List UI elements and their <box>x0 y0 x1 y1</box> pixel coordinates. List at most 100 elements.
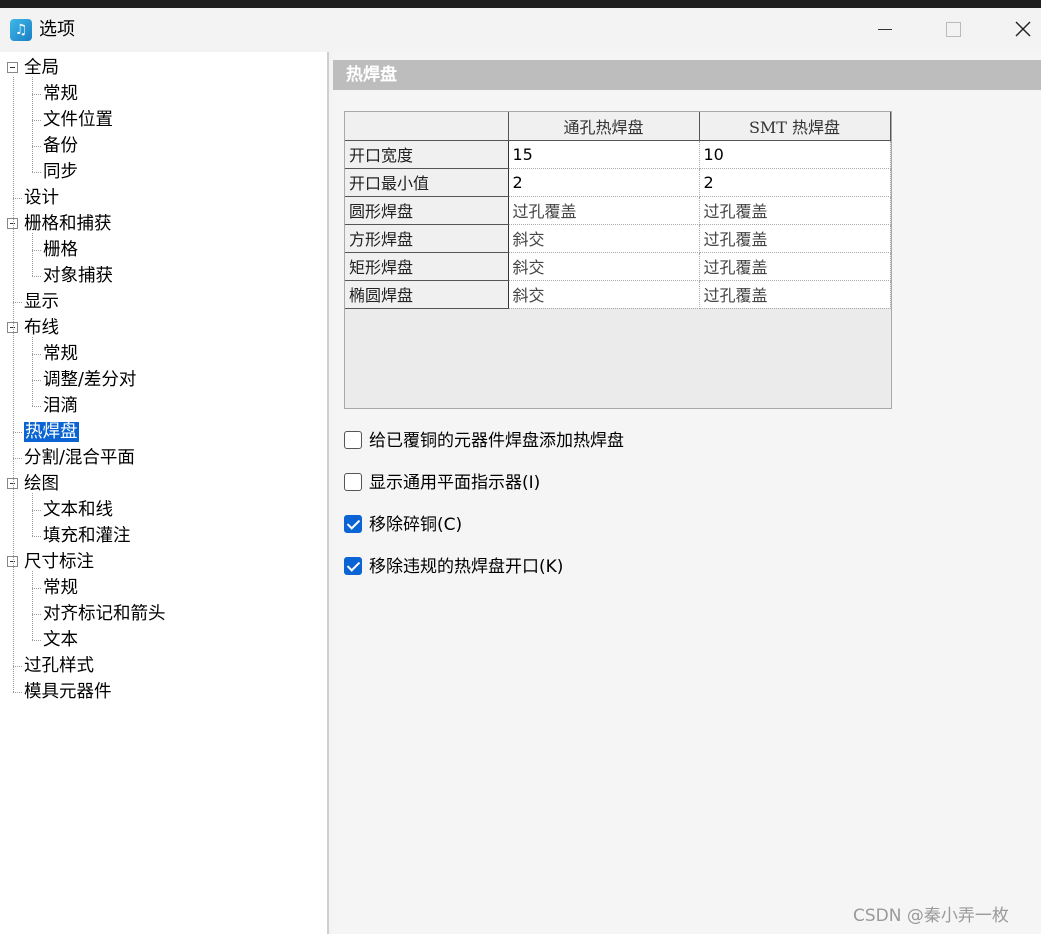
checkbox-checked-icon[interactable] <box>344 515 362 533</box>
tree-item-label: 对齐标记和箭头 <box>43 604 166 624</box>
tree-item-label: 显示 <box>24 292 59 312</box>
tree-item-label: 对象捕获 <box>43 266 113 286</box>
table-row: 方形焊盘 斜交 过孔覆盖 <box>345 224 891 253</box>
tree-item[interactable]: 尺寸标注 <box>24 549 94 575</box>
table-cell[interactable]: 15 <box>508 140 700 169</box>
tree-connector <box>13 458 22 459</box>
table-row: 开口最小值 2 2 <box>345 168 891 197</box>
table-cell[interactable]: 2 <box>508 168 700 197</box>
tree-connector <box>13 77 14 692</box>
tree-connector <box>13 432 22 433</box>
top-edge <box>0 0 1041 8</box>
table-row: 椭圆焊盘 斜交 过孔覆盖 <box>345 280 891 309</box>
table-cell[interactable]: 10 <box>699 140 891 169</box>
tree-item-label: 绘图 <box>24 474 59 494</box>
tree-connector <box>32 146 41 147</box>
table-cell[interactable]: 过孔覆盖 <box>699 224 891 253</box>
tree-connector <box>32 380 41 381</box>
tree-item-label: 备份 <box>43 136 78 156</box>
tree-item[interactable]: 栅格和捕获 <box>24 211 112 237</box>
tree-item[interactable]: 绘图 <box>24 471 59 497</box>
maximize-button[interactable] <box>922 8 982 52</box>
tree-connector <box>32 588 41 589</box>
tree-item-label: 常规 <box>43 344 78 364</box>
tree-item[interactable]: 文件位置 <box>43 107 113 133</box>
tree-item[interactable]: 备份 <box>43 133 78 159</box>
close-button[interactable] <box>993 8 1041 52</box>
column-header: 通孔热焊盘 <box>508 112 700 141</box>
table-cell[interactable]: 斜交 <box>508 280 700 309</box>
section-title: 热焊盘 <box>333 60 1041 90</box>
row-header: 圆形焊盘 <box>345 196 509 225</box>
tree-item-label: 常规 <box>43 578 78 598</box>
checkbox-unchecked-icon[interactable] <box>344 431 362 449</box>
checkbox-unchecked-icon[interactable] <box>344 473 362 491</box>
table-cell[interactable]: 过孔覆盖 <box>699 280 891 309</box>
tree-item[interactable]: 同步 <box>43 159 78 185</box>
row-header: 方形焊盘 <box>345 224 509 253</box>
tree-item[interactable]: 调整/差分对 <box>43 367 136 393</box>
table-cell[interactable]: 2 <box>699 168 891 197</box>
tree-item[interactable]: 对齐标记和箭头 <box>43 601 166 627</box>
tree-connector <box>32 233 33 276</box>
checkbox-checked-icon[interactable] <box>344 557 362 575</box>
table-row: 开口宽度 15 10 <box>345 140 891 169</box>
row-header: 矩形焊盘 <box>345 252 509 281</box>
tree-item[interactable]: 显示 <box>24 289 59 315</box>
tree-item[interactable]: 对象捕获 <box>43 263 113 289</box>
tree-item-label: 同步 <box>43 162 78 182</box>
collapse-icon[interactable] <box>7 62 18 73</box>
tree-item[interactable]: 常规 <box>43 575 78 601</box>
tree-item-label: 栅格 <box>43 240 78 260</box>
tree-item-label: 常规 <box>43 84 78 104</box>
tree-item-label: 模具元器件 <box>24 682 112 702</box>
tree-item[interactable]: 布线 <box>24 315 59 341</box>
tree-connector <box>32 77 33 172</box>
window-title: 选项 <box>39 19 75 40</box>
tree-connector <box>32 94 41 95</box>
splitter[interactable] <box>327 52 329 934</box>
tree-connector <box>13 302 22 303</box>
tree-connector <box>13 198 22 199</box>
tree-item[interactable]: 常规 <box>43 341 78 367</box>
close-icon <box>1015 21 1031 37</box>
tree-item-label: 设计 <box>24 188 59 208</box>
minimize-button[interactable] <box>854 8 914 52</box>
tree-connector <box>32 614 41 615</box>
tree-item-label: 文本和线 <box>43 500 113 520</box>
tree-item[interactable]: 全局 <box>24 55 59 81</box>
tree-item[interactable]: 文本 <box>43 627 78 653</box>
option-label: 显示通用平面指示器(I) <box>369 473 541 493</box>
tree-item[interactable]: 设计 <box>24 185 59 211</box>
tree-connector <box>32 571 33 640</box>
maximize-icon <box>946 22 961 37</box>
tree-connector <box>32 640 41 641</box>
tree-item[interactable]: 常规 <box>43 81 78 107</box>
tree-item[interactable]: 泪滴 <box>43 393 78 419</box>
tree-item[interactable]: 栅格 <box>43 237 78 263</box>
tree-item[interactable]: 过孔样式 <box>24 653 94 679</box>
tree-connector <box>32 406 41 407</box>
tree-connector <box>32 493 33 536</box>
table-row: 矩形焊盘 斜交 过孔覆盖 <box>345 252 891 281</box>
tree-item[interactable]: 文本和线 <box>43 497 113 523</box>
table-corner <box>345 112 509 141</box>
tree-item-label: 热焊盘 <box>24 422 79 442</box>
watermark: CSDN @秦小弄一枚 <box>853 906 1009 926</box>
tree-item[interactable]: 热焊盘 <box>24 419 79 445</box>
table-cell[interactable]: 斜交 <box>508 224 700 253</box>
tree-item-label: 文本 <box>43 630 78 650</box>
tree-connector <box>32 172 41 173</box>
tree-item-label: 泪滴 <box>43 396 78 416</box>
tree-connector <box>32 536 41 537</box>
table-cell[interactable]: 过孔覆盖 <box>699 252 891 281</box>
table-cell[interactable]: 过孔覆盖 <box>508 196 700 225</box>
table-cell[interactable]: 斜交 <box>508 252 700 281</box>
tree-connector <box>13 666 22 667</box>
tree-item-label: 文件位置 <box>43 110 113 130</box>
tree-item[interactable]: 模具元器件 <box>24 679 112 705</box>
table-cell[interactable]: 过孔覆盖 <box>699 196 891 225</box>
row-header: 椭圆焊盘 <box>345 280 509 309</box>
tree-item[interactable]: 分割/混合平面 <box>24 445 135 471</box>
tree-item[interactable]: 填充和灌注 <box>43 523 131 549</box>
